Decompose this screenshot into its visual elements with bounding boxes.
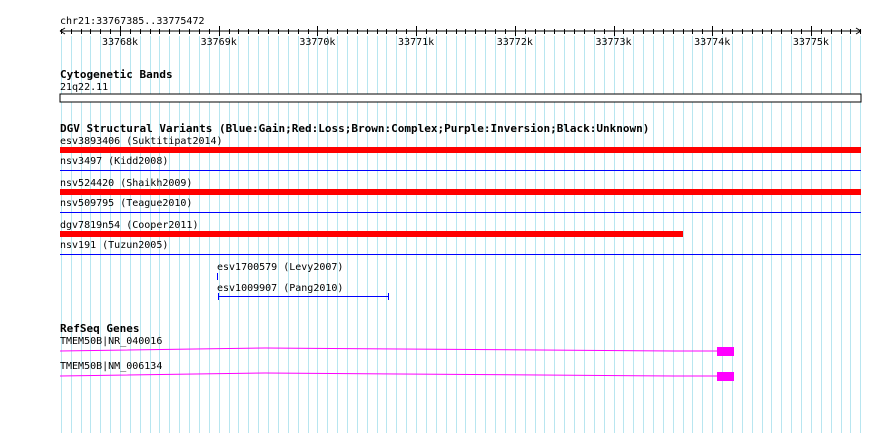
cytoband-track: Cytogenetic Bands 21q22.11 (59, 68, 862, 103)
ruler-tick-label: 33769k (201, 37, 237, 48)
variant-label: nsv3497 (Kidd2008) (60, 156, 168, 167)
cytoband-label: 21q22.11 (60, 82, 108, 93)
gene-exon[interactable] (717, 347, 734, 356)
variant-label: dgv7819n54 (Cooper2011) (60, 220, 198, 231)
variant-loss-bar[interactable] (60, 189, 861, 195)
dgv-track: DGV Structural Variants (Blue:Gain;Red:L… (60, 122, 861, 300)
ruler-tick-label: 33770k (299, 37, 335, 48)
ruler-ticks: 33768k 33769k 33770k 33771k 33772k 33773k 3377… (61, 26, 861, 48)
variant-label: nsv509795 (Teague2010) (60, 198, 192, 209)
variant-label: esv3893406 (Suktitipat2014) (60, 136, 223, 147)
ruler-tick-label: 33771k (398, 37, 434, 48)
variant-label: nsv524420 (Shaikh2009) (60, 178, 192, 189)
dgv-title: DGV Structural Variants (Blue:Gain;Red:L… (60, 122, 649, 135)
cytoband-bar[interactable] (59, 93, 862, 103)
variant-label: esv1009907 (Pang2010) (217, 283, 343, 294)
ruler-tick-label: 33768k (102, 37, 138, 48)
variant-label: esv1700579 (Levy2007) (217, 262, 343, 273)
variant-gain-span[interactable] (218, 293, 389, 300)
ruler-track: chr21:33767385..33775472 33768k 33769k 337… (59, 16, 862, 48)
genome-browser-view: chr21:33767385..33775472 33768k 33769k 337… (59, 16, 862, 433)
refseq-title: RefSeq Genes (60, 322, 139, 335)
ruler-location: chr21:33767385..33775472 (60, 16, 205, 27)
ruler-tick-label: 33772k (497, 37, 533, 48)
ruler-tick-label: 33775k (793, 37, 829, 48)
variant-loss-bar[interactable] (60, 147, 861, 153)
gene-label: TMEM50B|NR_040016 (60, 336, 162, 347)
variant-label: nsv191 (Tuzun2005) (60, 240, 168, 251)
gene-exon[interactable] (717, 372, 734, 381)
variant-loss-bar[interactable] (60, 231, 683, 237)
cytoband-title: Cytogenetic Bands (60, 68, 173, 81)
ruler-tick-label: 33774k (694, 37, 730, 48)
gene-label: TMEM50B|NM_006134 (60, 361, 162, 372)
ruler-tick-label: 33773k (595, 37, 631, 48)
